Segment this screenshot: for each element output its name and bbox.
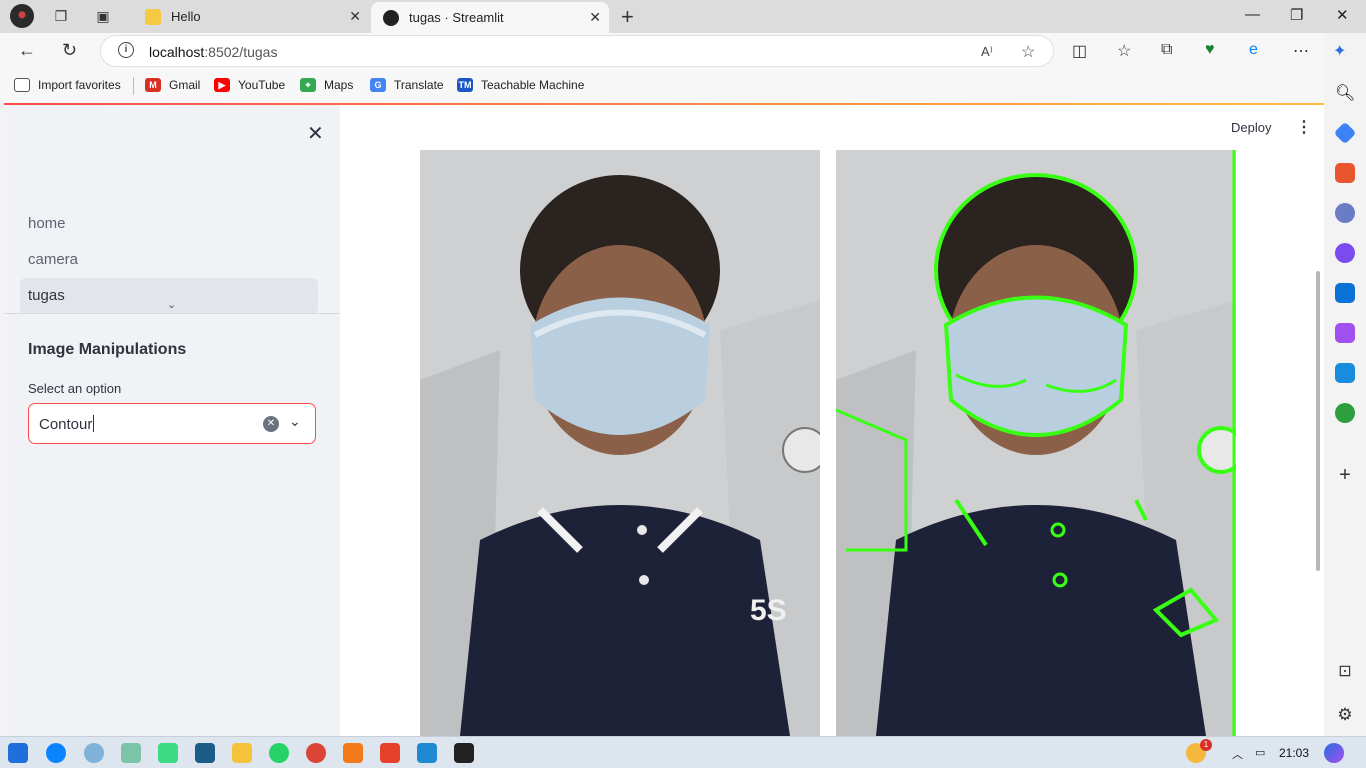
clear-icon[interactable]: ✕	[263, 416, 279, 432]
text-cursor	[93, 415, 95, 432]
youtube-icon: ▶	[214, 78, 230, 92]
favorites-bar: Import favorites M Gmail ▶ YouTube ⌖ Maps G…	[0, 69, 1324, 103]
copilot-icon[interactable]: ✦	[1333, 41, 1346, 61]
send-icon[interactable]	[1335, 363, 1355, 383]
edge-taskbar-icon[interactable]	[46, 743, 66, 763]
screenshot-icon[interactable]: ⊡	[1335, 661, 1355, 681]
nav-item-camera[interactable]: camera	[20, 242, 318, 278]
search-icon[interactable]: 🔍︎	[1335, 83, 1355, 103]
import-icon	[14, 78, 30, 92]
settings-icon[interactable]: ⚙	[1335, 705, 1355, 725]
close-window-icon[interactable]: ✕	[1336, 6, 1349, 24]
notepad-icon[interactable]	[121, 743, 141, 763]
new-tab-button[interactable]: +	[621, 4, 634, 30]
site-info-icon[interactable]: i	[118, 42, 134, 58]
split-screen-icon[interactable]: ◫	[1072, 41, 1087, 61]
tree-icon[interactable]	[1335, 403, 1355, 423]
tools-icon[interactable]	[1335, 163, 1355, 183]
tab-title: Hello	[171, 9, 201, 24]
translate-icon: G	[370, 78, 386, 92]
minimize-icon[interactable]: —	[1245, 6, 1260, 23]
streamlit-page: ✕ home camera tugas ⌄ Image Manipulation…	[4, 103, 1324, 736]
more-icon[interactable]: ⋯	[1293, 41, 1309, 61]
whatsapp-icon[interactable]	[269, 743, 289, 763]
main-menu-icon[interactable]: ⋮	[1296, 117, 1312, 137]
youtube-link[interactable]: ▶ YouTube	[214, 78, 285, 92]
select-value[interactable]: Contour	[39, 415, 95, 433]
android-studio-icon[interactable]	[158, 743, 178, 763]
cisco-icon[interactable]	[195, 743, 215, 763]
sidebar-divider	[4, 313, 340, 314]
copilot-taskbar-icon[interactable]	[1324, 743, 1344, 763]
xampp-icon[interactable]	[343, 743, 363, 763]
translate-link[interactable]: G Translate	[370, 78, 444, 92]
back-icon[interactable]: ←	[18, 40, 36, 61]
gmail-icon: M	[145, 78, 161, 92]
chevron-down-icon[interactable]: ⌄	[167, 298, 176, 311]
shopping-tag-icon[interactable]	[1333, 121, 1357, 145]
nav-item-home[interactable]: home	[20, 206, 318, 242]
select-label: Select an option	[28, 381, 122, 396]
add-icon[interactable]: +	[1335, 465, 1355, 485]
address-bar[interactable]: i localhost:8502/tugas A⁾ ☆	[100, 35, 1054, 67]
maps-link[interactable]: ⌖ Maps	[300, 78, 353, 92]
close-tab-icon[interactable]: ✕	[589, 9, 601, 26]
workspaces-icon[interactable]: ❐	[52, 7, 70, 25]
favorite-star-icon[interactable]: ☆	[1021, 42, 1035, 62]
streamlit-icon	[383, 9, 399, 26]
wave-icon	[145, 8, 161, 25]
original-photo: 5S	[420, 150, 820, 736]
favorites-icon[interactable]: ☆	[1117, 41, 1131, 61]
outlook-icon[interactable]	[1335, 283, 1355, 303]
terminal-icon[interactable]	[454, 743, 474, 763]
tab-actions-icon[interactable]: ▣	[94, 7, 112, 25]
contour-photo	[836, 150, 1236, 736]
notification-badge: 1	[1200, 739, 1212, 751]
section-heading: Image Manipulations	[28, 341, 187, 358]
git-icon[interactable]	[380, 743, 400, 763]
svg-text:5S: 5S	[750, 594, 787, 627]
tab-title: tugas · Streamlit	[409, 10, 504, 25]
edge-sidebar: 🔍︎ + ⊡ ⚙	[1324, 69, 1366, 736]
tab-tugas[interactable]: tugas · Streamlit ✕	[371, 2, 609, 33]
copilot-app-icon[interactable]	[1335, 243, 1355, 263]
deploy-button[interactable]: Deploy	[1231, 120, 1271, 135]
chrome-icon[interactable]	[306, 743, 326, 763]
edge-icon[interactable]: e	[1249, 41, 1258, 59]
designer-icon[interactable]	[1335, 323, 1355, 343]
gmail-link[interactable]: M Gmail	[145, 78, 200, 92]
teachable-machine-link[interactable]: TM Teachable Machine	[457, 78, 584, 92]
tab-hello[interactable]: Hello ✕	[133, 0, 369, 33]
refresh-icon[interactable]: ↻	[62, 40, 77, 61]
option-select[interactable]: Contour ✕ ⌄	[28, 403, 316, 444]
battery-icon[interactable]: ▭	[1255, 746, 1265, 759]
import-favorites-link[interactable]: Import favorites	[14, 78, 121, 92]
start-icon[interactable]	[8, 743, 28, 763]
read-aloud-icon[interactable]: A⁾	[981, 44, 993, 60]
chevron-up-icon[interactable]: ︿	[1232, 746, 1243, 762]
eye-app-icon[interactable]	[84, 743, 104, 763]
games-icon[interactable]	[1335, 203, 1355, 223]
sidebar: ✕ home camera tugas ⌄ Image Manipulation…	[4, 105, 340, 736]
heart-pulse-icon[interactable]: ♥	[1205, 41, 1215, 59]
url-text[interactable]: localhost:8502/tugas	[149, 44, 277, 60]
close-sidebar-icon[interactable]: ✕	[307, 121, 324, 146]
teachable-machine-icon: TM	[457, 78, 473, 92]
tab-strip: ❐ ▣ Hello ✕ tugas · Streamlit ✕ + — ❐ ✕	[0, 0, 1366, 33]
maps-icon: ⌖	[300, 78, 316, 92]
restore-icon[interactable]: ❐	[1290, 6, 1303, 24]
profile-avatar[interactable]	[10, 4, 34, 28]
collections-icon[interactable]: ⧉	[1161, 41, 1172, 59]
page-scrollbar[interactable]	[1316, 271, 1320, 571]
taskbar: 1 ︿ ▭ 21:03	[0, 736, 1366, 768]
clock[interactable]: 21:03	[1279, 746, 1309, 760]
favorites-divider	[133, 77, 134, 95]
navigation-bar: ← ↻ i localhost:8502/tugas A⁾ ☆ ◫ ☆ ⧉ ♥ …	[0, 33, 1346, 69]
file-explorer-icon[interactable]	[232, 743, 252, 763]
close-tab-icon[interactable]: ✕	[349, 8, 361, 25]
chevron-down-icon[interactable]: ⌄	[289, 413, 301, 430]
vscode-icon[interactable]	[417, 743, 437, 763]
